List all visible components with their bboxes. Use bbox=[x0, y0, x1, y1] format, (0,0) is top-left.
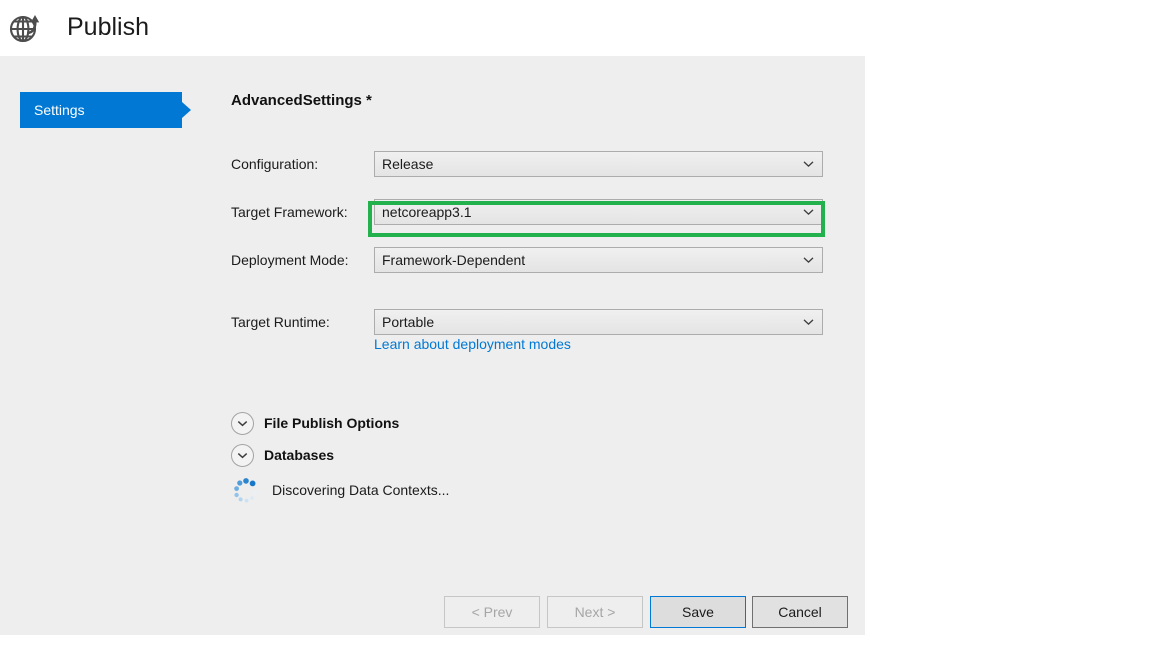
target-framework-label: Target Framework: bbox=[231, 204, 348, 220]
sidebar-item-settings[interactable]: Settings bbox=[20, 92, 182, 128]
settings-panel: AdvancedSettings * Configuration: Releas… bbox=[231, 56, 865, 635]
deployment-mode-row: Deployment Mode: Framework-Dependent bbox=[231, 246, 823, 274]
sidebar-selection-arrow bbox=[182, 102, 191, 118]
discovery-status-text: Discovering Data Contexts... bbox=[272, 482, 450, 498]
target-framework-combobox[interactable]: netcoreapp3.1 bbox=[374, 199, 823, 225]
chevron-down-icon bbox=[803, 319, 814, 326]
expander-file-publish-options[interactable]: File Publish Options bbox=[231, 411, 399, 435]
configuration-row: Configuration: Release bbox=[231, 150, 823, 178]
target-runtime-row: Target Runtime: Portable bbox=[231, 308, 823, 336]
deployment-mode-value: Framework-Dependent bbox=[382, 252, 526, 268]
discovery-status-row: Discovering Data Contexts... bbox=[231, 475, 449, 505]
expander-label: Databases bbox=[264, 447, 335, 463]
cancel-button[interactable]: Cancel bbox=[752, 596, 848, 628]
chevron-down-icon bbox=[803, 209, 814, 216]
expander-label: File Publish Options bbox=[264, 415, 400, 431]
target-framework-row: Target Framework: netcoreapp3.1 bbox=[231, 198, 823, 226]
deployment-mode-label: Deployment Mode: bbox=[231, 252, 349, 268]
loading-spinner-icon bbox=[231, 475, 261, 505]
configuration-combobox[interactable]: Release bbox=[374, 151, 823, 177]
deployment-mode-combobox[interactable]: Framework-Dependent bbox=[374, 247, 823, 273]
sidebar: Settings bbox=[0, 56, 200, 635]
target-framework-value: netcoreapp3.1 bbox=[382, 204, 472, 220]
prev-button[interactable]: < Prev bbox=[444, 596, 540, 628]
learn-deployment-modes-link[interactable]: Learn about deployment modes bbox=[374, 336, 571, 352]
chevron-down-icon bbox=[803, 161, 814, 168]
save-button[interactable]: Save bbox=[650, 596, 746, 628]
sidebar-item-label: Settings bbox=[34, 102, 85, 118]
app-header: Publish bbox=[0, 0, 1152, 55]
panel-title: AdvancedSettings * bbox=[231, 92, 372, 109]
configuration-label: Configuration: bbox=[231, 156, 319, 172]
next-button[interactable]: Next > bbox=[547, 596, 643, 628]
expander-databases[interactable]: Databases bbox=[231, 443, 334, 467]
page-title: Publish bbox=[67, 13, 149, 41]
chevron-down-icon bbox=[231, 411, 254, 435]
globe-publish-icon bbox=[5, 8, 45, 48]
deployment-modes-link-row: Learn about deployment modes bbox=[374, 336, 571, 352]
configuration-value: Release bbox=[382, 156, 434, 172]
target-runtime-label: Target Runtime: bbox=[231, 314, 330, 330]
chevron-down-icon bbox=[803, 257, 814, 264]
dialog-footer: < Prev Next > Save Cancel bbox=[0, 596, 865, 636]
chevron-down-icon bbox=[231, 443, 254, 467]
target-runtime-value: Portable bbox=[382, 314, 435, 330]
target-runtime-combobox[interactable]: Portable bbox=[374, 309, 823, 335]
publish-dialog-body: Settings AdvancedSettings * Configuratio… bbox=[0, 56, 865, 635]
